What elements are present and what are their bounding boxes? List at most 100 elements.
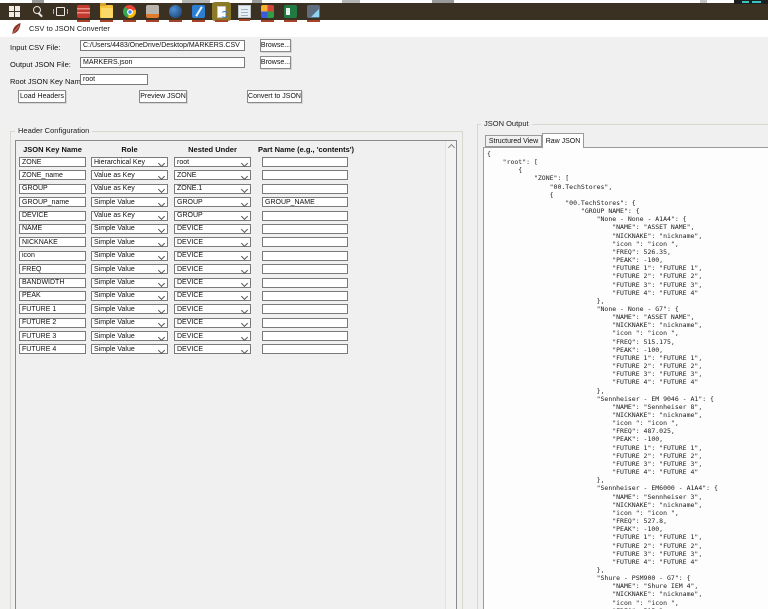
tab-structured-view[interactable]: Structured View [485, 135, 542, 147]
start-icon[interactable] [8, 5, 21, 18]
input-csv-field[interactable] [80, 40, 245, 51]
json-key-name-input[interactable] [19, 277, 86, 288]
part-name-input[interactable] [262, 197, 348, 208]
json-key-name-input[interactable] [19, 304, 86, 315]
scroll-up-arrow-icon[interactable] [446, 141, 456, 152]
part-name-input[interactable] [262, 331, 348, 342]
file-explorer-icon[interactable] [100, 3, 113, 22]
json-key-name-input[interactable] [19, 170, 86, 181]
nested-under-dropdown-value: DEVICE [177, 345, 204, 353]
part-name-input[interactable] [262, 277, 348, 288]
json-key-name-input[interactable] [19, 264, 86, 275]
role-dropdown[interactable]: Value as Key [91, 170, 168, 181]
nested-under-dropdown[interactable]: ZONE.1 [174, 183, 251, 194]
part-name-input[interactable] [262, 264, 348, 275]
json-key-name-input[interactable] [19, 157, 86, 167]
load-headers-button[interactable]: Load Headers [18, 90, 66, 103]
role-dropdown-value: Simple Value [94, 198, 135, 206]
part-name-input[interactable] [262, 210, 348, 221]
preview-json-button[interactable]: Preview JSON [139, 90, 187, 103]
json-key-name-input[interactable] [19, 210, 86, 221]
nested-under-dropdown[interactable]: DEVICE [174, 277, 251, 288]
part-name-input[interactable] [262, 183, 348, 194]
search-icon[interactable] [31, 5, 44, 18]
role-dropdown[interactable]: Hierarchical Key [91, 157, 168, 167]
app-red-icon[interactable] [77, 5, 90, 22]
json-key-name-input[interactable] [19, 331, 86, 342]
role-dropdown[interactable]: Simple Value [91, 223, 168, 234]
document-icon[interactable] [238, 5, 251, 21]
excel-icon[interactable] [284, 5, 297, 22]
chrome-icon[interactable] [123, 5, 136, 22]
role-dropdown[interactable]: Simple Value [91, 344, 168, 355]
photos-mosaic-icon[interactable] [261, 5, 274, 22]
browse-csv-button[interactable]: Browse... [260, 39, 291, 52]
role-dropdown[interactable]: Simple Value [91, 237, 168, 248]
nested-under-dropdown[interactable]: DEVICE [174, 331, 251, 342]
root-key-field[interactable] [80, 74, 148, 85]
nested-under-dropdown[interactable]: DEVICE [174, 304, 251, 315]
nested-under-dropdown[interactable]: DEVICE [174, 237, 251, 248]
part-name-input[interactable] [262, 290, 348, 301]
app-blue-circle-icon[interactable] [169, 5, 182, 22]
role-dropdown[interactable]: Simple Value [91, 304, 168, 315]
config-scrollbar[interactable] [445, 141, 456, 609]
json-key-name-input[interactable] [19, 317, 86, 328]
role-dropdown[interactable]: Simple Value [91, 250, 168, 261]
role-dropdown[interactable]: Simple Value [91, 317, 168, 328]
role-dropdown-value: Simple Value [94, 332, 135, 340]
part-name-input[interactable] [262, 317, 348, 328]
vscode-icon[interactable] [192, 5, 205, 22]
role-dropdown[interactable]: Value as Key [91, 210, 168, 221]
json-key-name-input[interactable] [19, 250, 86, 261]
role-dropdown-value: Simple Value [94, 345, 135, 353]
json-key-name-input[interactable] [19, 237, 86, 248]
csv-converter-icon[interactable] [215, 5, 228, 22]
part-name-input[interactable] [262, 157, 348, 167]
tab-raw-json[interactable]: Raw JSON [542, 133, 584, 148]
json-key-name-input[interactable] [19, 183, 86, 194]
part-name-input[interactable] [262, 344, 348, 355]
json-key-name-input[interactable] [19, 223, 86, 234]
part-name-input[interactable] [262, 304, 348, 315]
part-name-input[interactable] [262, 170, 348, 181]
role-dropdown[interactable]: Value as Key [91, 183, 168, 194]
nested-under-dropdown-value: GROUP [177, 212, 203, 220]
window-titlebar: CSV to JSON Converter [0, 20, 768, 37]
nested-under-dropdown[interactable]: GROUP [174, 210, 251, 221]
nested-under-dropdown[interactable]: DEVICE [174, 290, 251, 301]
chevron-down-icon [157, 226, 166, 234]
role-dropdown[interactable]: Simple Value [91, 290, 168, 301]
nested-under-dropdown[interactable]: DEVICE [174, 264, 251, 275]
role-dropdown-value: Simple Value [94, 225, 135, 233]
json-key-name-input[interactable] [19, 197, 86, 208]
output-json-field[interactable] [80, 57, 245, 68]
output-json-label: Output JSON File: [10, 60, 71, 69]
part-name-input[interactable] [262, 223, 348, 234]
json-key-name-input[interactable] [19, 290, 86, 301]
nested-under-dropdown[interactable]: DEVICE [174, 223, 251, 234]
role-dropdown-value: Hierarchical Key [94, 158, 145, 166]
nested-under-dropdown[interactable]: root [174, 157, 251, 167]
nested-under-dropdown[interactable]: GROUP [174, 197, 251, 208]
app-slate-icon[interactable] [307, 5, 320, 22]
nested-under-dropdown[interactable]: DEVICE [174, 344, 251, 355]
role-dropdown[interactable]: Simple Value [91, 331, 168, 342]
task-view-icon[interactable] [53, 5, 68, 18]
header-configuration-panel: JSON Key Name Role Nested Under Part Nam… [15, 140, 457, 609]
chevron-down-icon [157, 213, 166, 221]
role-dropdown[interactable]: Simple Value [91, 277, 168, 288]
part-name-input[interactable] [262, 250, 348, 261]
nested-under-dropdown[interactable]: DEVICE [174, 250, 251, 261]
json-key-name-input[interactable] [19, 344, 86, 355]
taskbar [0, 3, 768, 22]
nested-under-dropdown[interactable]: DEVICE [174, 317, 251, 328]
nested-under-dropdown-value: DEVICE [177, 279, 204, 287]
role-dropdown[interactable]: Simple Value [91, 197, 168, 208]
part-name-input[interactable] [262, 237, 348, 248]
browse-json-button[interactable]: Browse... [260, 56, 291, 69]
nested-under-dropdown[interactable]: ZONE [174, 170, 251, 181]
role-dropdown[interactable]: Simple Value [91, 264, 168, 275]
convert-to-json-button[interactable]: Convert to JSON [247, 90, 302, 103]
app-gray-icon[interactable] [146, 5, 159, 22]
